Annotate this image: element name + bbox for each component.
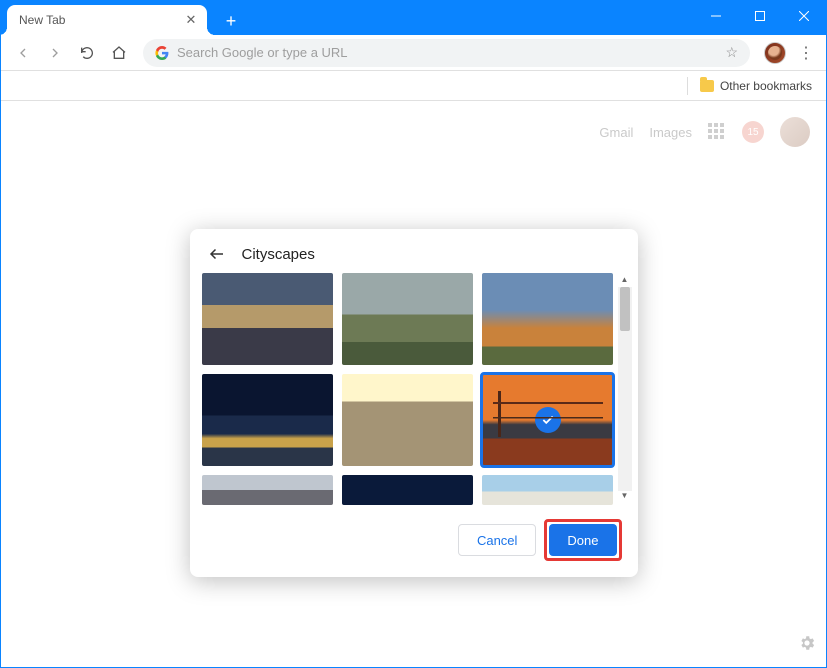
dialog-title: Cityscapes	[242, 246, 315, 263]
thumb-deep-blue[interactable]	[342, 475, 473, 505]
back-button[interactable]	[9, 39, 37, 67]
thumb-hilltop-castle-clouds[interactable]	[342, 273, 473, 365]
thumb-overcast-town[interactable]	[202, 475, 333, 505]
folder-icon	[700, 80, 714, 92]
highlight-annotation: Done	[544, 519, 621, 561]
thumbnail-gallery	[202, 273, 618, 505]
thumb-cobblestone-alley-bw[interactable]	[342, 374, 473, 466]
tab-title: New Tab	[19, 13, 175, 27]
browser-tab[interactable]: New Tab ✕	[7, 5, 207, 35]
reload-button[interactable]	[73, 39, 101, 67]
bookmarks-bar: Other bookmarks	[1, 71, 826, 101]
scroll-down-icon[interactable]: ▼	[621, 491, 629, 503]
scrollbar[interactable]: ▲ ▼	[618, 273, 632, 505]
thumb-city-night-lights[interactable]	[202, 374, 333, 466]
scroll-up-icon[interactable]: ▲	[621, 275, 629, 287]
profile-avatar[interactable]	[764, 42, 786, 64]
modal-scrim: Cityscapes	[1, 101, 826, 667]
dialog-footer: Cancel Done	[190, 505, 638, 577]
toolbar: Search Google or type a URL ☆ ⋮	[1, 35, 826, 71]
close-tab-icon[interactable]: ✕	[183, 12, 199, 28]
check-icon	[535, 407, 561, 433]
browser-menu-button[interactable]: ⋮	[794, 43, 818, 63]
close-window-button[interactable]	[782, 1, 826, 31]
separator	[687, 77, 688, 95]
google-g-icon	[155, 46, 169, 60]
done-button[interactable]: Done	[549, 524, 616, 556]
maximize-button[interactable]	[738, 1, 782, 31]
other-bookmarks-button[interactable]: Other bookmarks	[720, 79, 812, 93]
scroll-thumb[interactable]	[620, 287, 630, 331]
window-controls	[694, 1, 826, 31]
page-content: Gmail Images 15 Cityscapes	[1, 101, 826, 667]
title-bar: New Tab ✕ +	[1, 1, 826, 35]
background-picker-dialog: Cityscapes	[190, 229, 638, 577]
minimize-button[interactable]	[694, 1, 738, 31]
thumb-golden-gate-sunset[interactable]	[482, 374, 613, 466]
thumb-european-street-dusk[interactable]	[202, 273, 333, 365]
browser-window: New Tab ✕ + Search Google or type a URL …	[0, 0, 827, 668]
scroll-track[interactable]	[618, 287, 632, 491]
address-bar[interactable]: Search Google or type a URL ☆	[143, 39, 750, 67]
thumb-mountain-castle-autumn[interactable]	[482, 273, 613, 365]
back-arrow-icon[interactable]	[208, 245, 228, 263]
cancel-button[interactable]: Cancel	[458, 524, 536, 556]
forward-button[interactable]	[41, 39, 69, 67]
new-tab-button[interactable]: +	[217, 7, 245, 35]
thumb-coastal-sky[interactable]	[482, 475, 613, 505]
dialog-header: Cityscapes	[190, 229, 638, 273]
bookmark-star-icon[interactable]: ☆	[725, 44, 738, 61]
omnibox-placeholder: Search Google or type a URL	[177, 45, 348, 60]
home-button[interactable]	[105, 39, 133, 67]
